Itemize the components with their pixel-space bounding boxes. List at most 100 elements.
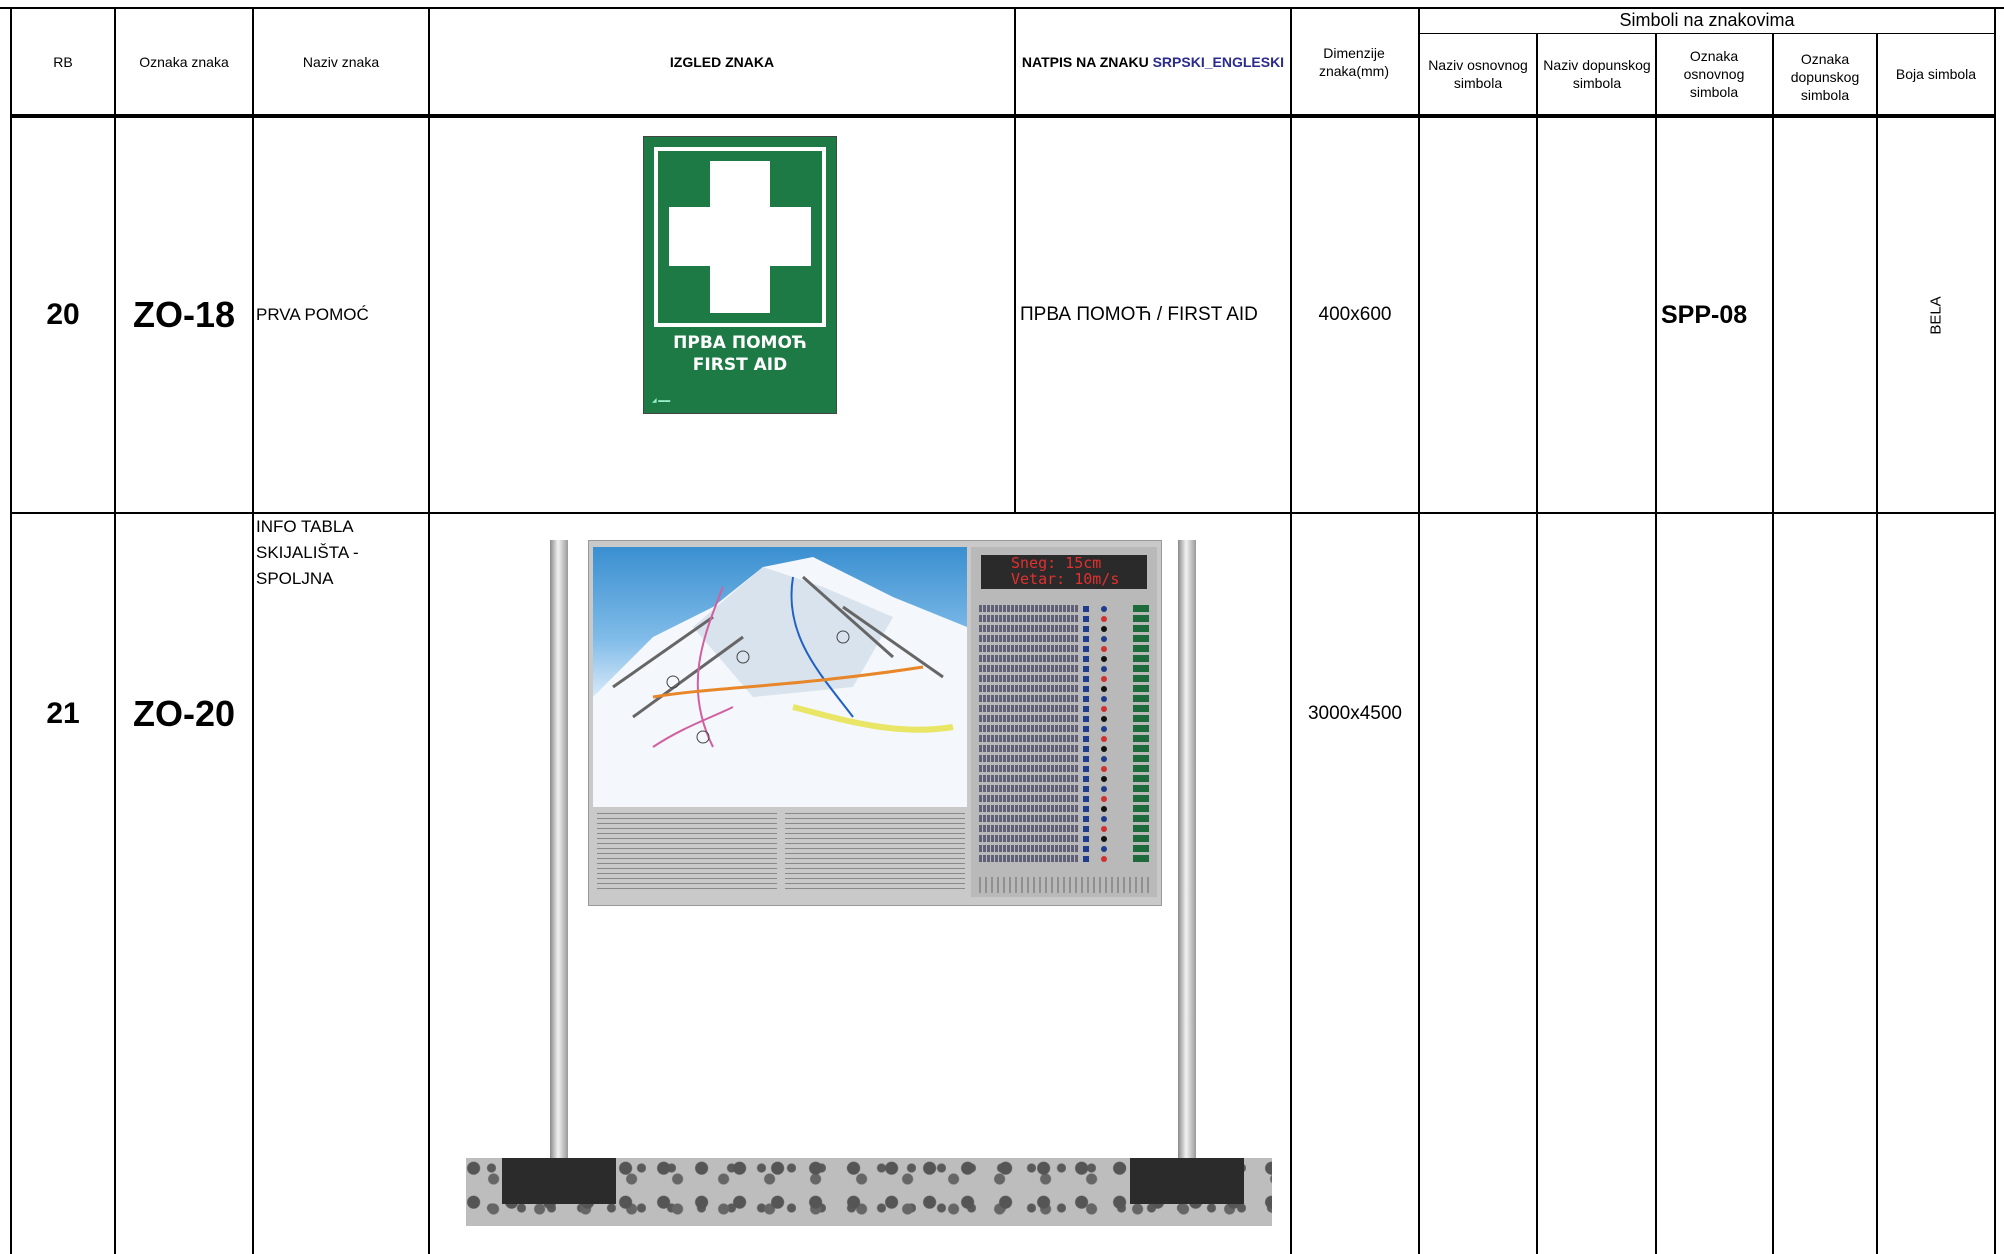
run-name: [979, 745, 1079, 752]
lift-type-icon: [1083, 636, 1089, 642]
difficulty-dot-icon: [1101, 626, 1107, 632]
row-21-naziv-line: SKIJALIŠTA -: [256, 543, 359, 562]
run-row: [979, 755, 1151, 763]
lift-type-icon: [1083, 616, 1089, 622]
run-state-indicator: [1133, 775, 1149, 782]
first-aid-sign: ПРВА ПОМОЋ FIRST AID ◢ ▬▬: [643, 136, 837, 414]
row-20-oznaka: ZO-18: [132, 294, 236, 335]
difficulty-dot-icon: [1101, 726, 1107, 732]
run-name: [979, 705, 1079, 712]
lift-type-icon: [1083, 776, 1089, 782]
board-left-post: [550, 540, 568, 1160]
run-state-indicator: [1133, 715, 1149, 722]
lift-type-icon: [1083, 646, 1089, 652]
led-wind-speed: Vetar: 10m/s: [1011, 570, 1120, 588]
lift-type-icon: [1083, 856, 1089, 862]
rules-column: [597, 813, 777, 893]
run-row: [979, 625, 1151, 633]
run-name: [979, 765, 1079, 772]
run-row: [979, 725, 1151, 733]
board-left-footing: [502, 1158, 616, 1204]
run-row: [979, 645, 1151, 653]
difficulty-dot-icon: [1101, 646, 1107, 652]
run-row: [979, 615, 1151, 623]
run-state-indicator: [1133, 855, 1149, 862]
run-name: [979, 665, 1079, 672]
run-row: [979, 815, 1151, 823]
difficulty-dot-icon: [1101, 706, 1107, 712]
run-state-indicator: [1133, 765, 1149, 772]
lift-type-icon: [1083, 786, 1089, 792]
run-name: [979, 835, 1079, 842]
difficulty-dot-icon: [1101, 686, 1107, 692]
header-natpis-language: SRPSKI_ENGLESKI: [1152, 53, 1285, 70]
run-state-indicator: [1133, 635, 1149, 642]
difficulty-dot-icon: [1101, 756, 1107, 762]
run-row: [979, 635, 1151, 643]
run-list: [979, 605, 1151, 873]
run-name: [979, 645, 1079, 652]
run-status-panel: Sneg: 15cm Vetar: 10m/s: [971, 547, 1157, 897]
run-state-indicator: [1133, 665, 1149, 672]
run-name: [979, 615, 1079, 622]
run-row: [979, 785, 1151, 793]
manufacturer-logo-icon: ◢ ▬▬: [652, 398, 671, 404]
run-row: [979, 685, 1151, 693]
lift-type-icon: [1083, 626, 1089, 632]
run-row: [979, 765, 1151, 773]
difficulty-dot-icon: [1101, 766, 1107, 772]
header-izgled-znaka: IZGLED ZNAKA: [669, 53, 775, 70]
run-legend: [979, 877, 1151, 893]
run-name: [979, 785, 1079, 792]
run-name: [979, 685, 1079, 692]
ski-resort-info-board: Sneg: 15cm Vetar: 10m/s: [588, 540, 1162, 906]
difficulty-dot-icon: [1101, 656, 1107, 662]
row-21-oznaka: ZO-20: [132, 693, 236, 734]
difficulty-dot-icon: [1101, 796, 1107, 802]
run-state-indicator: [1133, 645, 1149, 652]
cross-icon-bar: [669, 207, 811, 266]
difficulty-dot-icon: [1101, 606, 1107, 612]
lift-type-icon: [1083, 766, 1089, 772]
header-oznaka-osnovnog: Oznaka osnovnog simbola: [1683, 48, 1745, 100]
lift-type-icon: [1083, 796, 1089, 802]
run-state-indicator: [1133, 695, 1149, 702]
lift-type-icon: [1083, 676, 1089, 682]
run-state-indicator: [1133, 615, 1149, 622]
row-21-naziv-line: INFO TABLA: [256, 517, 354, 536]
header-oznaka-dopunskog: Oznaka dopunskog simbola: [1790, 51, 1860, 103]
lift-type-icon: [1083, 656, 1089, 662]
header-naziv-dopunskog: Naziv dopunskog simbola: [1543, 57, 1651, 91]
lift-type-icon: [1083, 806, 1089, 812]
board-right-footing: [1130, 1158, 1244, 1204]
run-row: [979, 675, 1151, 683]
board-rules-text: [593, 809, 967, 897]
run-row: [979, 825, 1151, 833]
difficulty-dot-icon: [1101, 716, 1107, 722]
row-20-oznaka-osnovnog: SPP-08: [1661, 300, 1748, 329]
run-state-indicator: [1133, 605, 1149, 612]
difficulty-dot-icon: [1101, 826, 1107, 832]
lift-type-icon: [1083, 716, 1089, 722]
run-name: [979, 855, 1079, 862]
row-20-natpis: ПРВА ПОМОЋ / FIRST AID: [1020, 304, 1258, 325]
run-name: [979, 735, 1079, 742]
led-snow-depth: Sneg: 15cm: [1011, 554, 1102, 572]
run-row: [979, 795, 1151, 803]
header-oznaka-znaka: Oznaka znaka: [139, 53, 229, 70]
run-row: [979, 745, 1151, 753]
run-state-indicator: [1133, 655, 1149, 662]
header-naziv-osnovnog: Naziv osnovnog simbola: [1428, 57, 1528, 91]
run-state-indicator: [1133, 835, 1149, 842]
run-row: [979, 665, 1151, 673]
row-21-naziv: INFO TABLA SKIJALIŠTA - SPOLJNA: [254, 514, 428, 1254]
run-name: [979, 795, 1079, 802]
row-21-rb: 21: [46, 697, 80, 730]
lift-type-icon: [1083, 726, 1089, 732]
rules-column: [785, 813, 965, 893]
sign-frame: [654, 147, 826, 327]
run-row: [979, 605, 1151, 613]
difficulty-dot-icon: [1101, 856, 1107, 862]
row-20-boja-text: BELA: [1927, 295, 1945, 335]
col-border: [428, 7, 430, 1254]
